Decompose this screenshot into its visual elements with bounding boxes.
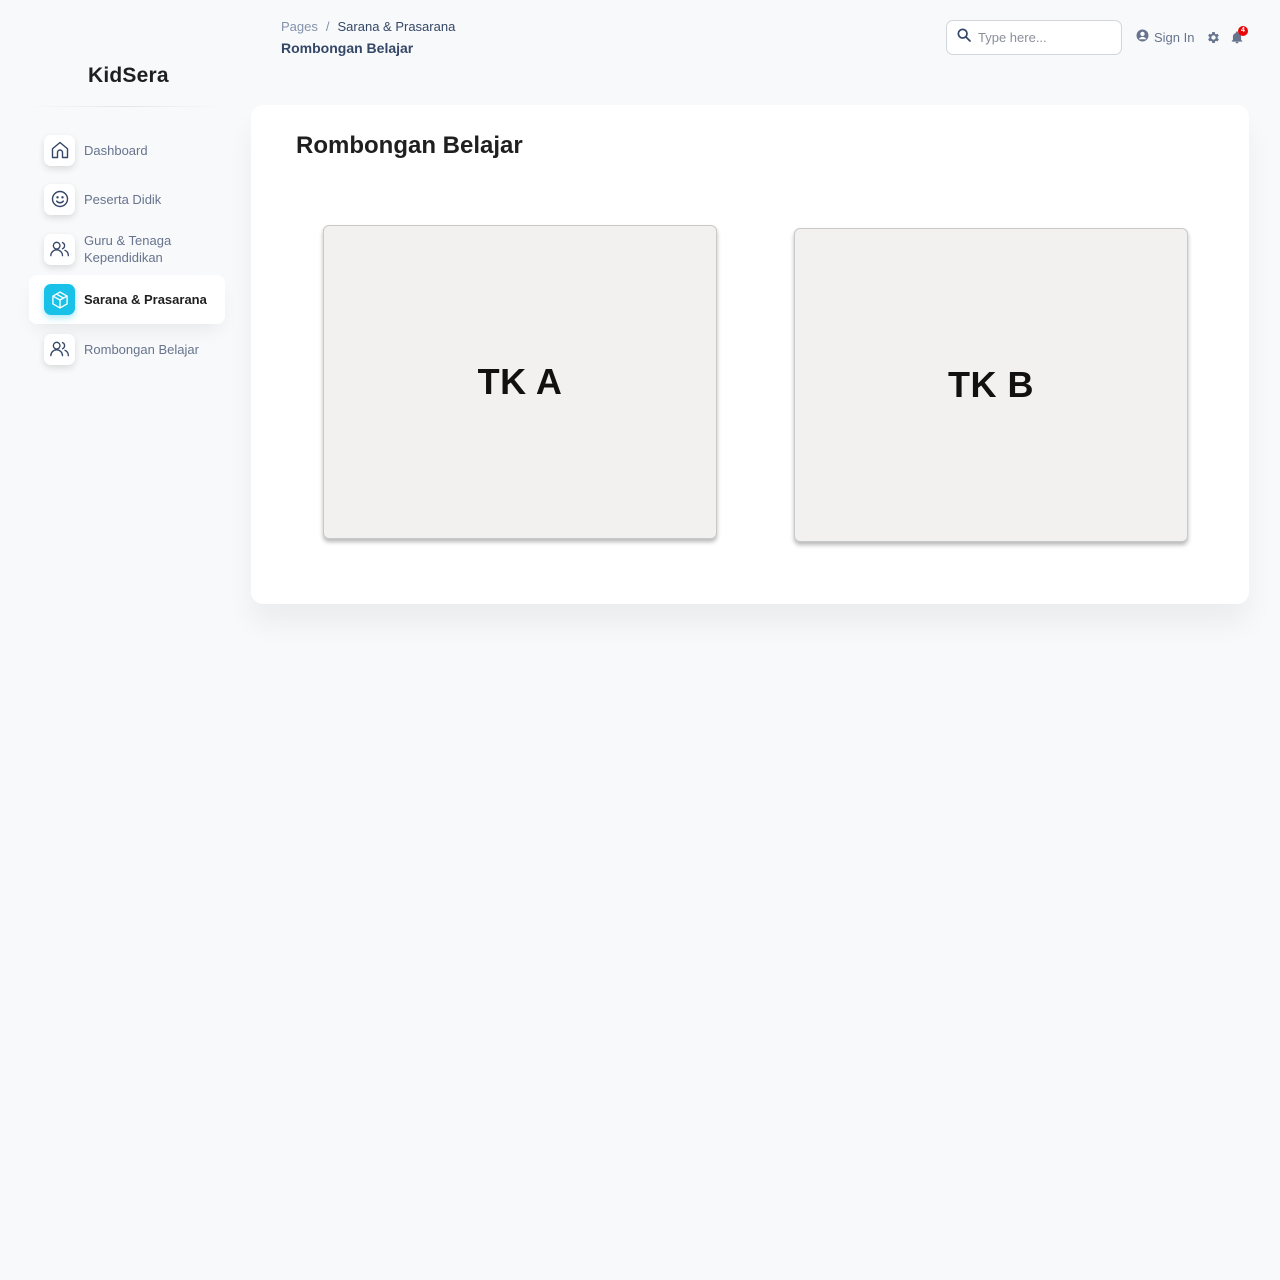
- sidebar-nav: Dashboard Peserta Didik Guru & Tenaga Ke…: [29, 125, 225, 374]
- sidebar-divider: [28, 106, 224, 107]
- bell-icon[interactable]: 4: [1230, 26, 1248, 50]
- sidebar-item-label: Rombongan Belajar: [84, 341, 199, 357]
- sidebar: KidSera Dashboard Peserta Didik Guru & T…: [0, 0, 250, 1280]
- sidebar-item-label: Sarana & Prasarana: [84, 292, 207, 307]
- app-page: KidSera Dashboard Peserta Didik Guru & T…: [0, 0, 1280, 1280]
- user-circle-icon: [1136, 29, 1149, 45]
- sidebar-item-guru-tenaga-kependidikan[interactable]: Guru & Tenaga Kependidikan: [29, 223, 225, 275]
- users-icon: [44, 233, 75, 265]
- sign-in-button[interactable]: Sign In: [1136, 29, 1194, 45]
- breadcrumb-root[interactable]: Pages: [281, 19, 318, 34]
- search-box: [946, 20, 1122, 55]
- brand-logo[interactable]: KidSera: [88, 64, 169, 88]
- notification-badge: 4: [1238, 26, 1248, 36]
- card-title: Rombongan Belajar: [296, 132, 523, 159]
- breadcrumb-separator: /: [325, 19, 330, 34]
- page-title: Rombongan Belajar: [281, 40, 414, 56]
- breadcrumb: Pages / Sarana & Prasarana: [281, 19, 455, 34]
- sidebar-item-dashboard[interactable]: Dashboard: [29, 125, 225, 175]
- sidebar-item-label: Peserta Didik: [84, 191, 162, 207]
- gear-icon[interactable]: [1206, 30, 1221, 50]
- sidebar-item-label: Guru & Tenaga Kependidikan: [84, 233, 172, 265]
- class-card-label: TK B: [948, 364, 1034, 405]
- sidebar-item-label: Dashboard: [84, 142, 148, 158]
- box-icon: [44, 284, 75, 315]
- class-card-tk-a[interactable]: TK A: [323, 225, 717, 539]
- class-card-tk-b[interactable]: TK B: [794, 228, 1188, 542]
- breadcrumb-current: Sarana & Prasarana: [337, 19, 456, 34]
- class-card-label: TK A: [477, 361, 563, 402]
- users-icon: [44, 333, 75, 365]
- sidebar-item-peserta-didik[interactable]: Peserta Didik: [29, 175, 225, 223]
- smile-icon: [44, 183, 75, 215]
- search-input[interactable]: [978, 30, 1108, 45]
- sign-in-label: Sign In: [1154, 29, 1195, 45]
- home-icon: [44, 134, 75, 166]
- main-card: Rombongan Belajar TK A TK B: [251, 105, 1249, 604]
- sidebar-item-sarana-prasarana[interactable]: Sarana & Prasarana: [29, 275, 225, 324]
- search-icon: [956, 27, 972, 48]
- sidebar-item-rombongan-belajar[interactable]: Rombongan Belajar: [29, 324, 225, 374]
